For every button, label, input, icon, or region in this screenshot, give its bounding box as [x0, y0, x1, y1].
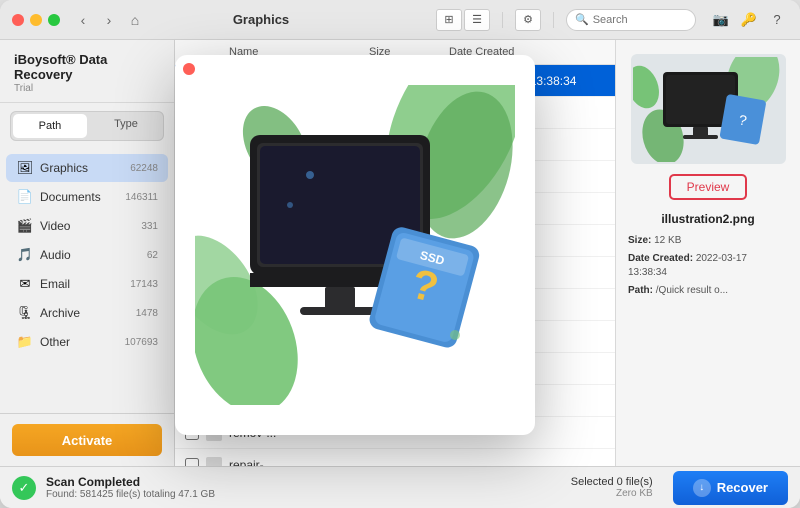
camera-icon-button[interactable]: 📷: [710, 9, 732, 31]
sidebar-item-count: 62: [147, 250, 158, 261]
titlebar-icons: 📷 🔑 ?: [710, 9, 788, 31]
selected-info: Selected 0 file(s) Zero KB: [571, 476, 653, 499]
sidebar-item-label: Documents: [40, 190, 121, 204]
scan-text: Scan Completed Found: 581425 file(s) tot…: [46, 475, 215, 500]
status-bar: ✓ Scan Completed Found: 581425 file(s) t…: [0, 466, 800, 508]
size-value: 12 KB: [654, 235, 681, 246]
size-label: Size:: [628, 235, 651, 246]
mini-preview-illustration: ?: [633, 57, 783, 162]
view-toggle: ⊞ ☰: [436, 9, 490, 31]
sidebar-item-label: Graphics: [40, 161, 126, 175]
search-input[interactable]: [593, 14, 683, 26]
search-box: 🔍: [566, 9, 696, 31]
divider: [502, 12, 503, 28]
sidebar-tabs: Path Type: [10, 111, 164, 141]
sidebar-header: iBoysoft® Data Recovery Trial: [0, 40, 174, 103]
close-button[interactable]: [12, 14, 24, 26]
sidebar-item-video[interactable]: 🎬 Video 331: [6, 212, 168, 240]
recover-button[interactable]: ↓ Recover: [673, 471, 788, 505]
list-view-button[interactable]: ☰: [464, 9, 490, 31]
preview-thumbnail: ?: [631, 54, 786, 164]
preview-button[interactable]: Preview: [669, 174, 748, 200]
generic-icon: [206, 457, 222, 467]
maximize-button[interactable]: [48, 14, 60, 26]
overlay-close-button[interactable]: [183, 63, 195, 75]
file-info-path: Path: /Quick result o...: [628, 284, 788, 298]
right-panel: ? Preview illustration2.png Size: 12 KB …: [615, 40, 800, 466]
selected-size: Zero KB: [571, 488, 653, 499]
sidebar-item-count: 107693: [125, 337, 158, 348]
path-value: /Quick result o...: [656, 285, 728, 296]
search-icon: 🔍: [575, 13, 589, 26]
minimize-button[interactable]: [30, 14, 42, 26]
sidebar-item-label: Email: [40, 277, 126, 291]
preview-overlay: ? SSD: [175, 55, 535, 435]
window-title: Graphics: [86, 12, 436, 27]
sidebar: iBoysoft® Data Recovery Trial Path Type …: [0, 40, 175, 466]
sidebar-item-email[interactable]: ✉ Email 17143: [6, 270, 168, 298]
file-info-size: Size: 12 KB: [628, 234, 788, 248]
sidebar-item-label: Video: [40, 219, 137, 233]
archive-icon: 🗜: [16, 304, 34, 322]
sidebar-item-count: 331: [141, 221, 158, 232]
sidebar-item-count: 17143: [130, 279, 158, 290]
activate-button[interactable]: Activate: [12, 424, 162, 456]
sidebar-item-other[interactable]: 📁 Other 107693: [6, 328, 168, 356]
scan-title: Scan Completed: [46, 475, 215, 489]
help-icon-button[interactable]: ?: [766, 9, 788, 31]
sidebar-items: 🖼 Graphics 62248 📄 Documents 146311 🎬 Vi…: [0, 149, 174, 413]
other-icon: 📁: [16, 333, 34, 351]
sidebar-item-documents[interactable]: 📄 Documents 146311: [6, 183, 168, 211]
tab-type[interactable]: Type: [89, 112, 163, 136]
sidebar-item-count: 62248: [130, 163, 158, 174]
right-panel-filename: illustration2.png: [661, 212, 754, 226]
sidebar-item-count: 146311: [125, 192, 158, 203]
recover-icon: ↓: [693, 479, 711, 497]
titlebar-right: ⊞ ☰ ⚙ 🔍 📷 🔑 ?: [436, 9, 788, 31]
table-row[interactable]: repair-...: [175, 449, 615, 466]
audio-icon: 🎵: [16, 246, 34, 264]
date-label: Date Created:: [628, 253, 693, 264]
app-name: iBoysoft® Data Recovery: [14, 52, 160, 82]
path-label: Path:: [628, 285, 653, 296]
sidebar-item-count: 1478: [136, 308, 158, 319]
sidebar-item-graphics[interactable]: 🖼 Graphics 62248: [6, 154, 168, 182]
tab-path[interactable]: Path: [13, 114, 87, 138]
scan-complete-icon: ✓: [12, 476, 36, 500]
scan-subtitle: Found: 581425 file(s) totaling 47.1 GB: [46, 489, 215, 500]
sidebar-item-label: Audio: [40, 248, 143, 262]
file-name: repair-...: [229, 458, 385, 467]
divider2: [553, 12, 554, 28]
traffic-lights: [12, 14, 60, 26]
key-icon-button[interactable]: 🔑: [738, 9, 760, 31]
email-icon: ✉: [16, 275, 34, 293]
sidebar-activate: Activate: [0, 413, 174, 466]
row-checkbox[interactable]: [185, 458, 199, 467]
recover-label: Recover: [717, 480, 768, 495]
file-type-icon: [205, 456, 223, 467]
sidebar-item-audio[interactable]: 🎵 Audio 62: [6, 241, 168, 269]
sidebar-item-label: Other: [40, 335, 121, 349]
grid-view-button[interactable]: ⊞: [436, 9, 462, 31]
app-trial: Trial: [14, 83, 160, 94]
graphics-icon: 🖼: [16, 159, 34, 177]
sidebar-item-archive[interactable]: 🗜 Archive 1478: [6, 299, 168, 327]
selected-files-count: Selected 0 file(s): [571, 476, 653, 488]
large-preview-illustration: ? SSD: [195, 85, 515, 405]
video-icon: 🎬: [16, 217, 34, 235]
sidebar-item-label: Archive: [40, 306, 132, 320]
documents-icon: 📄: [16, 188, 34, 206]
titlebar: ‹ › ⌂ Graphics ⊞ ☰ ⚙ 🔍 📷 🔑 ?: [0, 0, 800, 40]
file-info-date: Date Created: 2022-03-17 13:38:34: [628, 252, 788, 280]
filter-button[interactable]: ⚙: [515, 9, 541, 31]
